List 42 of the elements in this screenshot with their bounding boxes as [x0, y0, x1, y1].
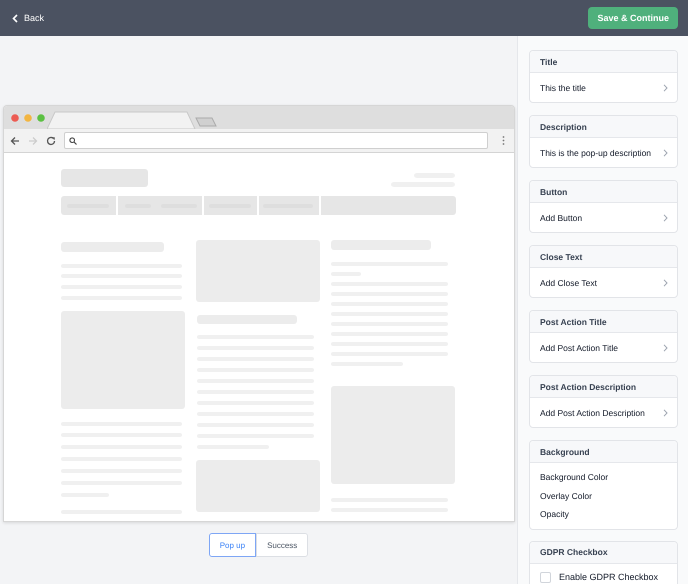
chevron-right-icon [663, 214, 668, 222]
setting-row[interactable]: Add Post Action Title [530, 333, 677, 362]
card-title: Button [540, 186, 568, 196]
back-arrow-icon [10, 136, 20, 146]
row-label: Add Button [540, 212, 582, 222]
preview-tab[interactable]: Pop up [208, 533, 256, 557]
reload-icon [46, 136, 56, 146]
row-label: Add Close Text [540, 278, 598, 288]
checkbox-label: Enable GDPR Checkbox [559, 572, 658, 582]
back-button[interactable]: Back [10, 11, 46, 25]
more-options-icon [502, 136, 504, 145]
setting-row[interactable]: Add Button [530, 203, 677, 232]
chevron-right-icon [663, 84, 668, 92]
new-tab-icon [194, 117, 216, 127]
chevron-right-icon [663, 148, 668, 156]
setting-row[interactable]: This the title [530, 73, 677, 102]
card-title: Description [540, 122, 587, 132]
setting-option[interactable]: Overlay Color [530, 486, 677, 505]
search-icon [68, 136, 76, 144]
card-title: Close Text [540, 252, 582, 262]
checkbox[interactable] [540, 572, 551, 582]
row-label: Add Post Action Description [540, 408, 645, 418]
chevron-right-icon [663, 344, 668, 352]
chevron-right-icon [663, 408, 668, 416]
card-title: Post Action Description [540, 382, 636, 392]
card-title: Title [540, 56, 558, 66]
setting-row[interactable]: This is the pop-up description [530, 138, 677, 167]
chevron-right-icon [663, 278, 668, 286]
forward-arrow-icon [28, 136, 38, 146]
card-title: Background [540, 446, 590, 456]
setting-option[interactable]: Opacity [530, 505, 677, 524]
row-label: This is the pop-up description [540, 148, 652, 158]
chevron-left-icon [12, 14, 18, 22]
preview-tab[interactable]: Success [256, 533, 308, 557]
setting-row[interactable]: Add Post Action Description [530, 398, 677, 427]
card-title: GDPR Checkbox [540, 547, 608, 557]
card-title: Post Action Title [540, 316, 607, 326]
row-label: Add Post Action Title [540, 342, 618, 352]
window-controls-icon [10, 114, 44, 122]
setting-row[interactable]: Add Close Text [530, 268, 677, 297]
row-label: This the title [540, 82, 586, 92]
setting-option[interactable]: Background Color [530, 468, 677, 486]
